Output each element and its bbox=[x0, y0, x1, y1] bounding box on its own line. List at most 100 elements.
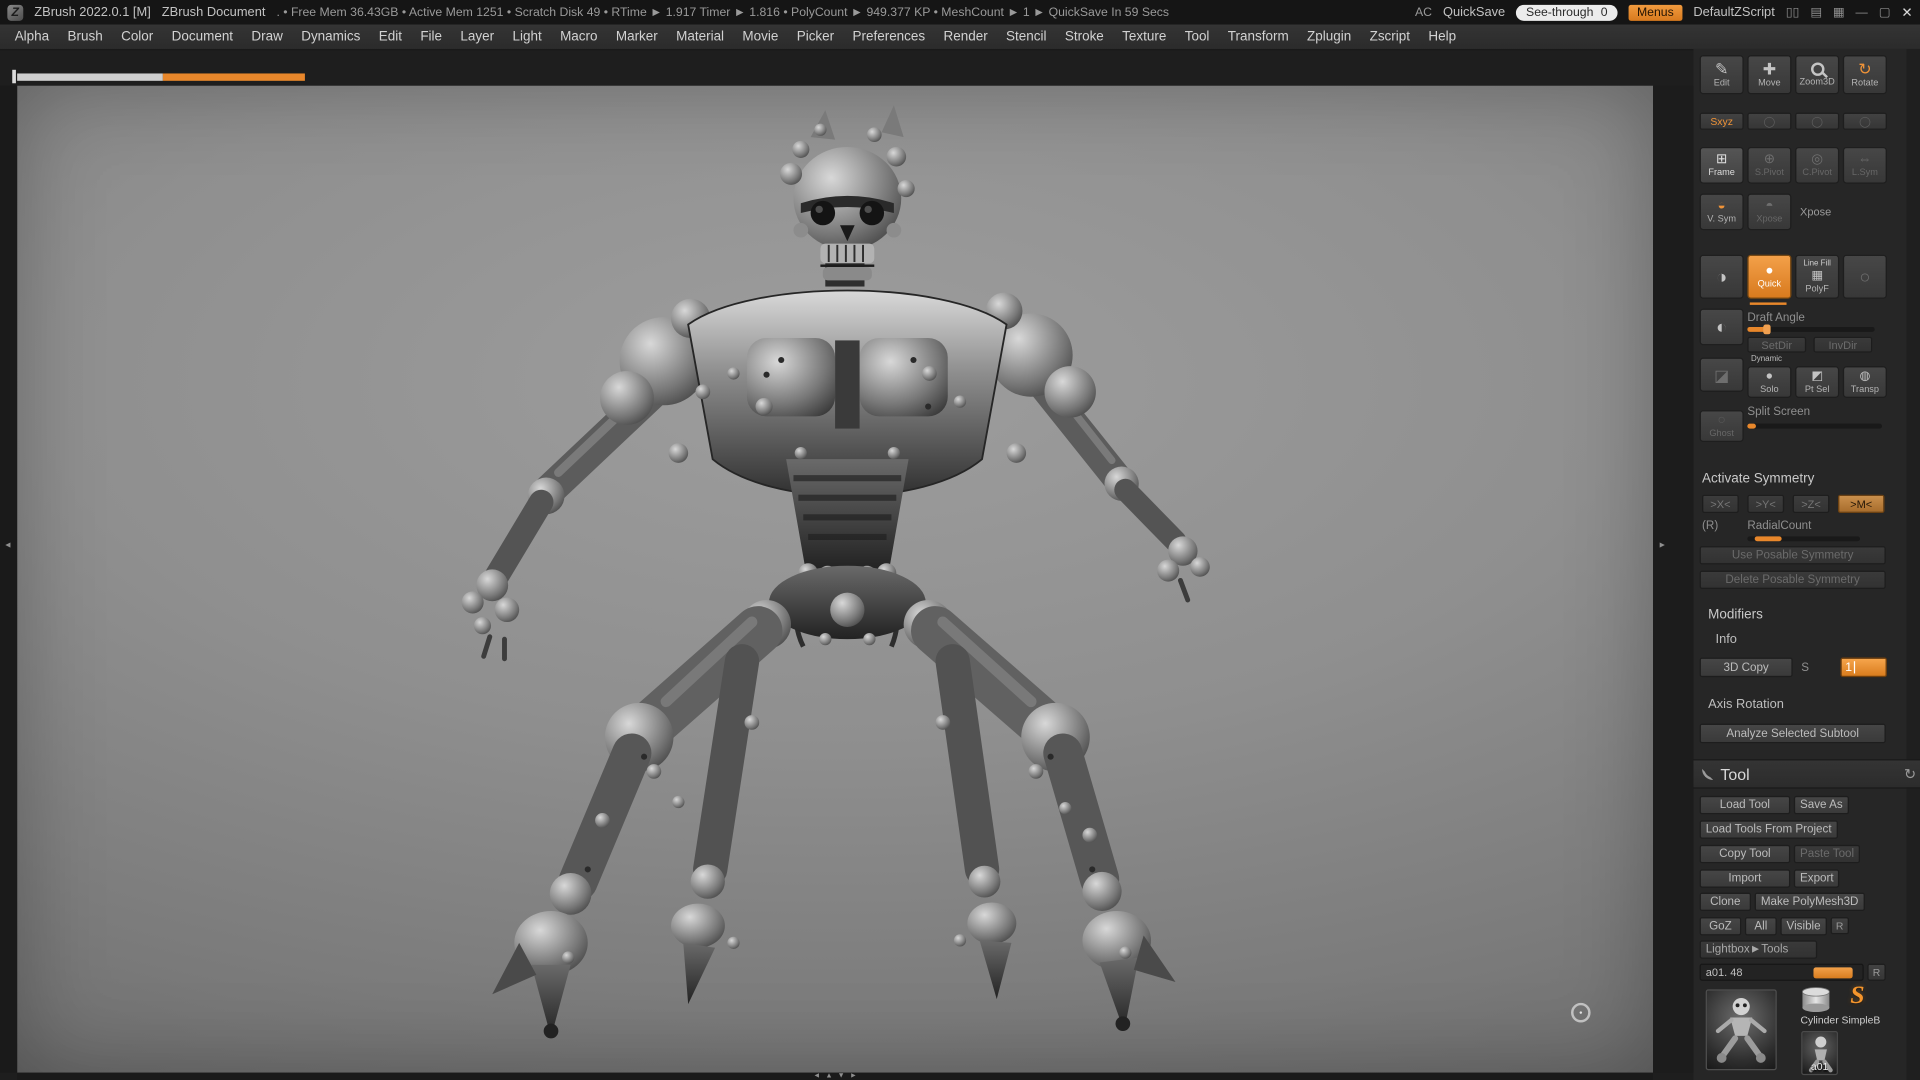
edit-button[interactable]: ✎ Edit bbox=[1699, 55, 1744, 95]
goz-r-button[interactable]: R bbox=[1830, 917, 1849, 935]
maximize-icon[interactable]: ▢ bbox=[1879, 6, 1891, 19]
strip-active-segment[interactable] bbox=[162, 73, 305, 81]
load-tools-from-project-button[interactable]: Load Tools From Project bbox=[1699, 820, 1838, 839]
set-pivot-button[interactable]: ⊕ S.Pivot bbox=[1747, 146, 1792, 184]
use-posable-symmetry-button[interactable]: Use Posable Symmetry bbox=[1699, 546, 1886, 565]
sculptris-logo-icon[interactable]: S bbox=[1850, 980, 1864, 1011]
menu-texture[interactable]: Texture bbox=[1122, 29, 1166, 44]
menu-dynamics[interactable]: Dynamics bbox=[301, 29, 360, 44]
draft-angle-slider[interactable] bbox=[1747, 324, 1875, 335]
menu-transform[interactable]: Transform bbox=[1228, 29, 1289, 44]
slider-r-button[interactable]: R bbox=[1867, 963, 1886, 981]
symmetry-z-button[interactable]: >Z< bbox=[1792, 494, 1830, 514]
quicksave-button[interactable]: QuickSave bbox=[1443, 5, 1505, 20]
analyze-subtool-button[interactable]: Analyze Selected Subtool bbox=[1699, 723, 1886, 744]
see-through-control[interactable]: See-through 0 bbox=[1516, 4, 1618, 21]
load-tool-button[interactable]: Load Tool bbox=[1699, 795, 1791, 815]
zoom3d-button[interactable]: Zoom3D bbox=[1795, 55, 1840, 95]
left-divider-arrow-icon[interactable]: ◄ bbox=[4, 541, 12, 550]
setdir-button[interactable]: SetDir bbox=[1747, 336, 1807, 353]
bottom-scroll-strip[interactable]: ◄ ▲ ▼ ► bbox=[17, 1072, 1654, 1080]
menu-preferences[interactable]: Preferences bbox=[853, 29, 926, 44]
scroll-down-icon[interactable]: ▼ bbox=[838, 1073, 845, 1080]
invdir-button[interactable]: InvDir bbox=[1813, 336, 1873, 353]
minimize-icon[interactable]: — bbox=[1856, 6, 1868, 19]
layout-icon[interactable]: ▤ bbox=[1810, 6, 1822, 19]
gyro-widget[interactable] bbox=[1571, 1002, 1591, 1023]
symmetry-x-button[interactable]: >X< bbox=[1702, 494, 1739, 514]
goz-visible-button[interactable]: Visible bbox=[1780, 917, 1827, 936]
menu-layer[interactable]: Layer bbox=[460, 29, 494, 44]
menu-stencil[interactable]: Stencil bbox=[1006, 29, 1046, 44]
lightbox-tools-button[interactable]: Lightbox►Tools bbox=[1699, 940, 1818, 959]
menu-zscript[interactable]: Zscript bbox=[1370, 29, 1410, 44]
menu-render[interactable]: Render bbox=[944, 29, 988, 44]
gyro-toggle-1[interactable]: ◯ bbox=[1747, 112, 1792, 130]
ghost-button[interactable]: ◌ Ghost bbox=[1699, 410, 1744, 443]
point-select-button[interactable]: ◩ Pt Sel bbox=[1795, 366, 1840, 398]
gyro-toggle-3[interactable]: ◯ bbox=[1842, 112, 1887, 130]
clone-button[interactable]: Clone bbox=[1699, 892, 1752, 912]
left-tray-divider[interactable]: ◄ bbox=[0, 85, 18, 1073]
right-tray-divider[interactable]: ► bbox=[1653, 85, 1694, 1073]
menu-picker[interactable]: Picker bbox=[797, 29, 834, 44]
xpose-button[interactable]: ◓ Xpose bbox=[1747, 193, 1792, 231]
solo-button[interactable]: ● Solo bbox=[1747, 366, 1792, 398]
3d-copy-button[interactable]: 3D Copy bbox=[1699, 657, 1793, 678]
scroll-right-icon[interactable]: ► bbox=[850, 1073, 857, 1080]
paste-tool-button[interactable]: Paste Tool bbox=[1793, 844, 1861, 864]
close-icon[interactable]: ✕ bbox=[1901, 4, 1912, 21]
palette-reset-icon[interactable]: ↻ bbox=[1904, 765, 1916, 782]
contrast-button[interactable]: ◐ bbox=[1699, 308, 1744, 346]
menu-help[interactable]: Help bbox=[1428, 29, 1456, 44]
preview-render-button[interactable]: ◑ bbox=[1699, 254, 1744, 299]
transparency-button[interactable]: ◍ Transp bbox=[1842, 366, 1887, 398]
gyro-toggle-2[interactable]: ◯ bbox=[1795, 112, 1840, 130]
menu-file[interactable]: File bbox=[420, 29, 442, 44]
sxyz-button[interactable]: Sxyz bbox=[1699, 112, 1744, 130]
local-symmetry-button[interactable]: ⇔ L.Sym bbox=[1842, 146, 1887, 184]
right-divider-arrow-icon[interactable]: ► bbox=[1658, 541, 1666, 550]
menu-light[interactable]: Light bbox=[512, 29, 541, 44]
menu-material[interactable]: Material bbox=[676, 29, 724, 44]
export-button[interactable]: Export bbox=[1793, 869, 1840, 888]
copy-tool-button[interactable]: Copy Tool bbox=[1699, 844, 1791, 864]
menu-alpha[interactable]: Alpha bbox=[15, 29, 49, 44]
make-polymesh3d-button[interactable]: Make PolyMesh3D bbox=[1754, 892, 1865, 912]
goz-all-button[interactable]: All bbox=[1744, 917, 1777, 936]
menu-color[interactable]: Color bbox=[121, 29, 153, 44]
menu-edit[interactable]: Edit bbox=[379, 29, 402, 44]
save-as-button[interactable]: Save As bbox=[1793, 795, 1849, 815]
menu-movie[interactable]: Movie bbox=[742, 29, 778, 44]
scroll-left-icon[interactable]: ◄ bbox=[813, 1073, 820, 1080]
recent-tool-thumbnail[interactable]: a01 bbox=[1801, 1031, 1838, 1076]
menu-zplugin[interactable]: Zplugin bbox=[1307, 29, 1351, 44]
grid-icon[interactable]: ▦ bbox=[1833, 6, 1845, 19]
import-button[interactable]: Import bbox=[1699, 869, 1791, 888]
scroll-up-icon[interactable]: ▲ bbox=[825, 1073, 832, 1080]
sculpt-model-render[interactable] bbox=[17, 86, 1653, 1073]
split-screen-slider[interactable] bbox=[1747, 423, 1883, 429]
quick-render-button[interactable]: ● Quick bbox=[1747, 254, 1792, 299]
rotate-button[interactable]: ↻ Rotate bbox=[1842, 55, 1887, 95]
goz-button[interactable]: GoZ bbox=[1699, 917, 1742, 936]
menu-stroke[interactable]: Stroke bbox=[1065, 29, 1104, 44]
clear-pivot-button[interactable]: ◎ C.Pivot bbox=[1795, 146, 1840, 184]
active-tool-thumbnail[interactable]: a01 bbox=[1705, 989, 1777, 1071]
frame-button[interactable]: ⊞ Frame bbox=[1699, 146, 1744, 184]
menus-button[interactable]: Menus bbox=[1628, 4, 1683, 21]
sliders-icon[interactable]: ▯▯ bbox=[1786, 6, 1799, 19]
active-tool-slider[interactable]: a01. 48 bbox=[1699, 963, 1864, 981]
menu-draw[interactable]: Draw bbox=[251, 29, 282, 44]
menu-marker[interactable]: Marker bbox=[616, 29, 658, 44]
delete-posable-symmetry-button[interactable]: Delete Posable Symmetry bbox=[1699, 570, 1886, 589]
view-symmetry-button[interactable]: ◒ V. Sym bbox=[1699, 193, 1744, 231]
flat-render-button[interactable]: ○ bbox=[1842, 254, 1887, 299]
strip-light-segment[interactable] bbox=[17, 73, 163, 81]
cube-view-button[interactable]: ◪ bbox=[1699, 357, 1744, 392]
menu-brush[interactable]: Brush bbox=[68, 29, 103, 44]
menu-macro[interactable]: Macro bbox=[560, 29, 597, 44]
polyframe-button[interactable]: Line Fill ▦ PolyF bbox=[1795, 254, 1840, 299]
symmetry-m-button[interactable]: >M< bbox=[1837, 494, 1885, 514]
move-button[interactable]: ✚ Move bbox=[1747, 55, 1792, 95]
